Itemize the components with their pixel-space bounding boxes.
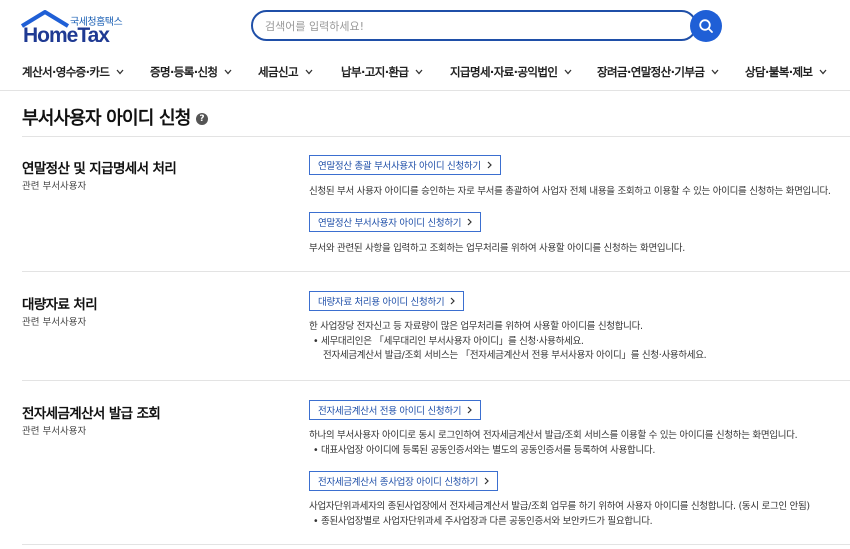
e-invoice-branch-apply-button[interactable]: 전자세금계산서 종사업장 아이디 신청하기 bbox=[309, 471, 499, 491]
e-invoice-branch-note: • 종된사업장별로 사업자단위과세 주사업장과 다른 공동인증서와 보안카드가 … bbox=[313, 516, 653, 527]
yearend-master-apply-button[interactable]: 연말정산 총괄 부서사용자 아이디 신청하기 bbox=[309, 155, 501, 175]
bulk-data-description: 한 사업장당 전자신고 등 자료량이 많은 업무처리를 위하여 사용할 아이디를… bbox=[309, 321, 643, 332]
nav-item-label: 장려금·연말정산·기부금 bbox=[597, 65, 705, 79]
nav-item-label: 계산서·영수증·카드 bbox=[22, 65, 110, 79]
chevron-right-icon bbox=[450, 297, 456, 305]
nav-item-invoice-receipt-card[interactable]: 계산서·영수증·카드 bbox=[22, 64, 124, 80]
section-divider bbox=[22, 271, 850, 272]
button-label: 전자세금계산서 종사업장 아이디 신청하기 bbox=[318, 477, 479, 488]
nav-item-payment-statement[interactable]: 지급명세·자료·공익법인 bbox=[450, 64, 572, 80]
nav-item-label: 상담·불복·제보 bbox=[745, 65, 813, 79]
section-subtitle: 관련 부서사용자 bbox=[22, 317, 87, 328]
yearend-user-apply-button[interactable]: 연말정산 부서사용자 아이디 신청하기 bbox=[309, 212, 482, 232]
note-text: 종된사업장별로 사업자단위과세 주사업장과 다른 공동인증서와 보안카드가 필요… bbox=[321, 516, 653, 527]
nav-item-incentive-yearend[interactable]: 장려금·연말정산·기부금 bbox=[597, 64, 719, 80]
button-label: 대량자료 처리용 아이디 신청하기 bbox=[318, 297, 445, 308]
e-invoice-branch-description: 사업자단위과세자의 종된사업장에서 전자세금계산서 발급/조회 업무를 하기 위… bbox=[309, 501, 810, 512]
search-box bbox=[251, 10, 697, 41]
yearend-master-description: 신청된 부서 사용자 아이디를 승인하는 자로 부서를 총괄하여 사업자 전체 … bbox=[309, 186, 831, 197]
section-title-e-invoice: 전자세금계산서 발급 조회 bbox=[22, 406, 161, 422]
nav-item-label: 증명·등록·신청 bbox=[150, 65, 218, 79]
main-nav: 계산서·영수증·카드 증명·등록·신청 세금신고 납부·고지·환급 지급명세·자… bbox=[0, 56, 850, 90]
search-icon bbox=[699, 19, 713, 33]
page-title-text: 부서사용자 아이디 신청 bbox=[22, 108, 191, 129]
help-icon[interactable]: ? bbox=[195, 112, 208, 125]
nav-item-label: 지급명세·자료·공익법인 bbox=[450, 65, 558, 79]
search-input[interactable] bbox=[265, 17, 675, 35]
yearend-user-description: 부서와 관련된 사항을 입력하고 조회하는 업무처리를 위하여 사용할 아이디를… bbox=[309, 243, 685, 254]
chevron-right-icon bbox=[484, 477, 489, 485]
title-divider bbox=[22, 136, 850, 137]
e-invoice-note: • 대표사업장 아이디에 등록된 공동인증서와는 별도의 공동인증서를 등록하여… bbox=[313, 445, 656, 456]
chevron-right-icon bbox=[467, 406, 473, 414]
bulk-data-apply-button[interactable]: 대량자료 처리용 아이디 신청하기 bbox=[309, 291, 465, 311]
chevron-down-icon bbox=[224, 69, 232, 75]
section-divider bbox=[22, 544, 850, 545]
chevron-down-icon bbox=[819, 69, 827, 75]
e-invoice-description: 하나의 부서사용자 아이디로 동시 로그인하여 전자세금계산서 발급/조회 서비… bbox=[309, 430, 798, 441]
chevron-down-icon bbox=[415, 69, 423, 75]
e-invoice-apply-button[interactable]: 전자세금계산서 전용 아이디 신청하기 bbox=[309, 400, 482, 420]
section-title-yearend: 연말정산 및 지급명세서 처리 bbox=[22, 161, 177, 177]
nav-item-consult-appeal[interactable]: 상담·불복·제보 bbox=[745, 64, 827, 80]
chevron-down-icon bbox=[305, 69, 313, 75]
hometax-logo[interactable]: 국세청홈택스 HomeTax bbox=[20, 8, 130, 48]
note-text: 대표사업장 아이디에 등록된 공동인증서와는 별도의 공동인증서를 등록하여 사… bbox=[321, 445, 656, 456]
section-divider bbox=[22, 380, 850, 381]
chevron-right-icon bbox=[487, 161, 492, 169]
nav-item-label: 납부·고지·환급 bbox=[341, 65, 409, 79]
section-subtitle: 관련 부서사용자 bbox=[22, 181, 87, 192]
nav-item-certificate-registration[interactable]: 증명·등록·신청 bbox=[150, 64, 232, 80]
section-title-bulk-data: 대량자료 처리 bbox=[22, 297, 98, 313]
chevron-down-icon bbox=[116, 69, 124, 75]
page-title: 부서사용자 아이디 신청 ? bbox=[22, 104, 208, 130]
button-label: 전자세금계산서 전용 아이디 신청하기 bbox=[318, 406, 462, 417]
bulk-data-note-continued: 전자세금계산서 발급/조회 서비스는 「전자세금계산서 전용 부서사용자 아이디… bbox=[323, 350, 707, 361]
note-text: 세무대리인은 「세무대리인 부서사용자 아이디」를 신청·사용하세요. bbox=[321, 336, 584, 347]
button-label: 연말정산 부서사용자 아이디 신청하기 bbox=[318, 218, 462, 229]
nav-item-tax-return[interactable]: 세금신고 bbox=[258, 64, 313, 80]
nav-item-payment-notice-refund[interactable]: 납부·고지·환급 bbox=[341, 64, 423, 80]
search-button[interactable] bbox=[690, 10, 722, 42]
chevron-down-icon bbox=[711, 69, 719, 75]
button-label: 연말정산 총괄 부서사용자 아이디 신청하기 bbox=[318, 161, 481, 172]
chevron-down-icon bbox=[564, 69, 572, 75]
bulk-data-note: • 세무대리인은 「세무대리인 부서사용자 아이디」를 신청·사용하세요. bbox=[313, 336, 584, 347]
nav-item-label: 세금신고 bbox=[258, 65, 299, 79]
logo-wordmark: HomeTax bbox=[23, 24, 110, 47]
chevron-right-icon bbox=[467, 218, 473, 226]
section-subtitle: 관련 부서사용자 bbox=[22, 426, 87, 437]
nav-divider bbox=[0, 90, 850, 91]
